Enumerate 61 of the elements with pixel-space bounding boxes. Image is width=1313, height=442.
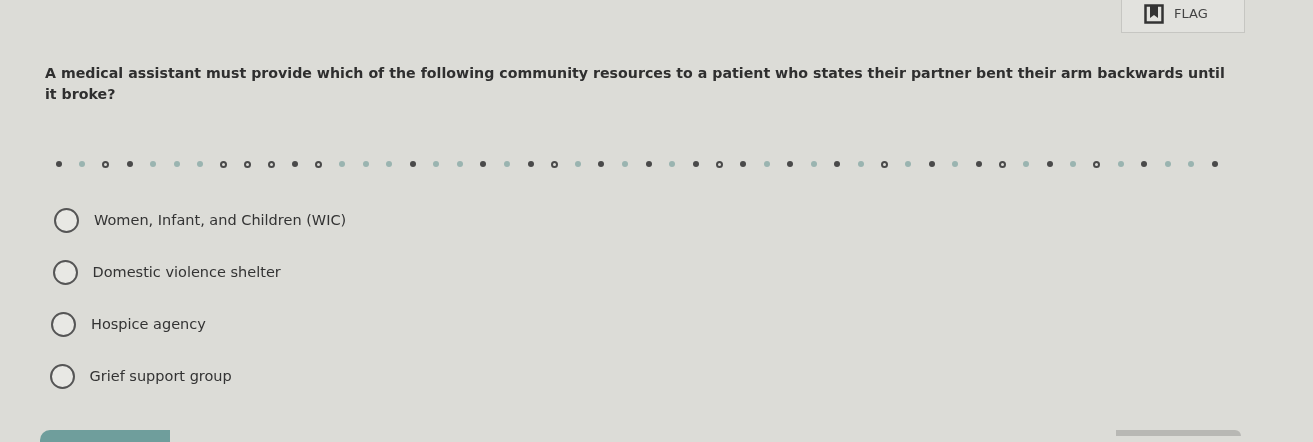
question-dot[interactable] <box>715 161 723 168</box>
question-dot[interactable] <box>197 161 204 167</box>
question-dot[interactable] <box>928 161 935 167</box>
question-dot[interactable] <box>173 161 180 167</box>
question-dot[interactable] <box>1188 161 1195 167</box>
question-dot[interactable] <box>1164 161 1171 167</box>
radio-button[interactable] <box>52 260 78 285</box>
question-dot[interactable] <box>550 161 558 168</box>
question-dot[interactable] <box>504 161 511 167</box>
question-dot[interactable] <box>409 161 416 167</box>
flag-button[interactable]: FLAG <box>1121 0 1245 33</box>
question-dot[interactable] <box>362 161 369 167</box>
question-dot[interactable] <box>999 161 1007 168</box>
question-dot[interactable] <box>1117 161 1124 167</box>
question-dot[interactable] <box>787 161 794 167</box>
option-label[interactable]: Hospice agency <box>91 313 206 336</box>
question-dot[interactable] <box>55 161 62 167</box>
question-dot[interactable] <box>1141 161 1148 167</box>
question-dot[interactable] <box>858 161 864 167</box>
question-dot[interactable] <box>244 161 252 168</box>
question-dot[interactable] <box>1093 161 1101 168</box>
question-dot[interactable] <box>881 161 889 168</box>
question-dot[interactable] <box>598 161 605 167</box>
question-dot[interactable] <box>692 161 699 167</box>
question-dot[interactable] <box>314 161 322 168</box>
question-dot[interactable] <box>645 161 652 167</box>
question-dot[interactable] <box>150 161 157 167</box>
question-dot[interactable] <box>126 161 133 167</box>
question-dot[interactable] <box>1211 161 1218 167</box>
option-label[interactable]: Women, Infant, and Children (WIC) <box>94 209 347 232</box>
radio-button[interactable] <box>51 312 76 337</box>
question-dot[interactable] <box>220 161 228 168</box>
radio-button[interactable] <box>49 364 75 389</box>
question-dot[interactable] <box>952 161 959 167</box>
question-dot[interactable] <box>1070 161 1077 167</box>
question-dot[interactable] <box>102 161 110 168</box>
question-dot[interactable] <box>975 161 982 167</box>
option-label[interactable]: Domestic violence shelter <box>92 261 281 284</box>
question-dot[interactable] <box>291 161 298 167</box>
question-dot[interactable] <box>79 161 86 167</box>
question-text: A medical assistant must provide which of the following community resources to a patient who states their partner bent their arm backwards until it broke? <box>45 64 1226 104</box>
bookmark-icon <box>1144 4 1164 24</box>
question-dot[interactable] <box>810 161 817 167</box>
question-dot[interactable] <box>622 161 629 167</box>
question-dot[interactable] <box>834 161 841 167</box>
question-dot[interactable] <box>480 161 487 167</box>
question-dot[interactable] <box>267 161 275 168</box>
question-dot[interactable] <box>386 161 393 167</box>
question-dot[interactable] <box>433 161 440 167</box>
question-dot[interactable] <box>574 161 581 167</box>
question-dot[interactable] <box>740 161 746 167</box>
question-dot[interactable] <box>905 161 912 167</box>
option-label[interactable]: Grief support group <box>89 365 232 388</box>
question-dot[interactable] <box>527 161 534 167</box>
radio-button[interactable] <box>54 208 79 233</box>
question-dot[interactable] <box>1023 161 1030 167</box>
question-dot[interactable] <box>456 161 463 167</box>
question-dot[interactable] <box>338 161 345 167</box>
question-dot[interactable] <box>1046 161 1053 167</box>
question-dot[interactable] <box>763 161 770 167</box>
question-dot[interactable] <box>669 161 676 167</box>
